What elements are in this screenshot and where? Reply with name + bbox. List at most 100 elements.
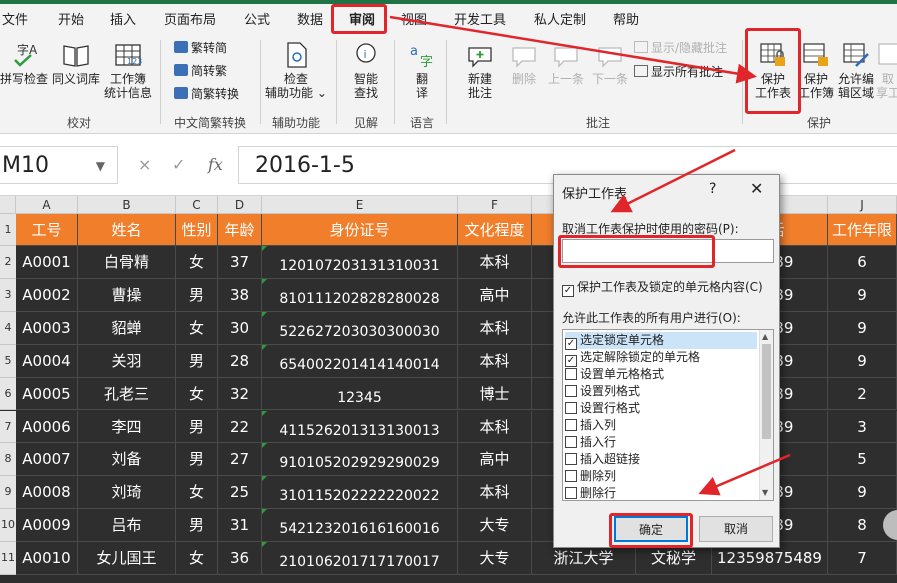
checkbox-icon[interactable] xyxy=(565,402,577,414)
name-box[interactable]: M10 ▼ xyxy=(0,146,118,184)
row-header[interactable]: 9 xyxy=(0,476,16,510)
permission-item[interactable]: 插入行 xyxy=(565,434,757,451)
tab-8[interactable]: 开发工具 xyxy=(454,10,506,32)
tab-0[interactable]: 文件 xyxy=(2,10,28,32)
row-header[interactable]: 4 xyxy=(0,311,16,345)
simp-to-trad-button[interactable]: 简转繁 xyxy=(174,63,227,79)
select-all-corner[interactable] xyxy=(0,196,16,214)
chinese-convert-button[interactable]: 简繁转换 xyxy=(174,86,239,102)
row-header[interactable]: 7 xyxy=(0,410,16,444)
permission-item[interactable]: ✓ 选定解除锁定的单元格 xyxy=(565,349,757,367)
table-cell[interactable]: A0007 xyxy=(16,443,78,477)
table-cell[interactable]: A0004 xyxy=(16,344,78,378)
scroll-down-icon[interactable]: ▼ xyxy=(762,488,768,497)
workbook-stats-button[interactable]: 123 工作簿 统计信息 xyxy=(102,40,154,100)
permission-item[interactable]: 设置行格式 xyxy=(565,400,757,417)
checkbox-icon[interactable] xyxy=(565,436,577,448)
table-cell[interactable]: 大专 xyxy=(458,542,532,575)
table-cell[interactable]: 本科 xyxy=(458,476,532,510)
table-header-cell[interactable]: 年龄 xyxy=(218,214,262,246)
column-header-B[interactable]: B xyxy=(78,196,176,214)
table-cell[interactable]: 210106201717170017 xyxy=(262,542,458,575)
table-cell[interactable]: 22 xyxy=(218,410,262,444)
row-header[interactable]: 5 xyxy=(0,344,16,378)
spellcheck-button[interactable]: 字A 拼写检查 xyxy=(0,40,48,86)
permission-item[interactable]: 删除行 xyxy=(565,485,757,500)
new-comment-button[interactable]: 新建 批注 xyxy=(456,40,504,100)
table-header-cell[interactable]: 姓名 xyxy=(78,214,176,246)
permission-item[interactable]: ✓ 选定锁定单元格 xyxy=(565,332,757,350)
cancel-entry-icon[interactable]: × xyxy=(138,146,151,184)
table-cell[interactable]: 孔老三 xyxy=(78,377,176,411)
table-cell[interactable]: 高中 xyxy=(458,278,532,312)
table-cell[interactable]: 3 xyxy=(828,410,897,444)
checkbox-icon[interactable] xyxy=(565,368,577,380)
tab-7[interactable]: 视图 xyxy=(401,10,427,32)
table-cell[interactable]: 男 xyxy=(176,509,218,543)
row-header[interactable]: 3 xyxy=(0,278,16,312)
permissions-list[interactable]: ✓ 选定锁定单元格 ✓ 选定解除锁定的单元格 设置单元格格式 设置列格式 设置行格式 插入列插… xyxy=(562,329,774,501)
protect-workbook-button[interactable]: 保护 工作簿 xyxy=(797,40,835,100)
table-header-cell[interactable]: 工号 xyxy=(16,214,78,246)
table-cell[interactable]: 30 xyxy=(218,311,262,345)
table-cell[interactable]: 32 xyxy=(218,377,262,411)
tab-2[interactable]: 插入 xyxy=(110,10,136,32)
table-cell[interactable]: 刘备 xyxy=(78,443,176,477)
tab-10[interactable]: 帮助 xyxy=(613,10,639,32)
table-cell[interactable]: 9 xyxy=(828,344,897,378)
show-all-comments-button[interactable]: 显示所有批注 xyxy=(634,64,723,80)
table-cell[interactable]: 本科 xyxy=(458,410,532,444)
close-icon[interactable]: ✕ xyxy=(750,179,763,198)
table-cell[interactable]: 522627203030300030 xyxy=(262,311,458,345)
tab-9[interactable]: 私人定制 xyxy=(534,10,586,32)
confirm-entry-icon[interactable]: ✓ xyxy=(172,146,185,184)
table-cell[interactable]: 37 xyxy=(218,246,262,279)
table-cell[interactable]: 貂蝉 xyxy=(78,311,176,345)
table-cell[interactable]: 博士 xyxy=(458,377,532,411)
trad-to-simp-button[interactable]: 繁转简 xyxy=(174,40,227,56)
allow-edit-ranges-button[interactable]: 允许编 辑区域 xyxy=(836,40,876,100)
table-cell[interactable]: 男 xyxy=(176,410,218,444)
table-cell[interactable]: 本科 xyxy=(458,311,532,345)
tab-5[interactable]: 数据 xyxy=(297,10,323,32)
table-cell[interactable]: 吕布 xyxy=(78,509,176,543)
table-cell[interactable]: A0002 xyxy=(16,278,78,312)
permission-item[interactable]: 删除列 xyxy=(565,468,757,485)
table-cell[interactable]: A0008 xyxy=(16,476,78,510)
table-cell[interactable]: 910105202929290029 xyxy=(262,443,458,477)
permission-item[interactable]: 插入列 xyxy=(565,417,757,434)
table-cell[interactable]: 9 xyxy=(828,476,897,510)
help-icon[interactable]: ? xyxy=(709,181,716,197)
cancel-button[interactable]: 取消 xyxy=(699,516,773,542)
scroll-up-icon[interactable]: ▲ xyxy=(762,332,768,341)
tab-3[interactable]: 页面布局 xyxy=(164,10,216,32)
chevron-down-icon[interactable]: ▼ xyxy=(96,147,105,185)
column-header-D[interactable]: D xyxy=(218,196,262,214)
translate-button[interactable]: a字 翻 译 xyxy=(402,40,442,100)
table-cell[interactable]: A0003 xyxy=(16,311,78,345)
permission-item[interactable]: 设置列格式 xyxy=(565,383,757,400)
previous-comment-button[interactable]: 上一条 xyxy=(544,40,588,86)
list-scrollbar[interactable]: ▲ ▼ xyxy=(759,330,773,500)
row-header[interactable]: 6 xyxy=(0,377,16,411)
table-cell[interactable]: 本科 xyxy=(458,344,532,378)
table-cell[interactable]: 关羽 xyxy=(78,344,176,378)
unshare-button[interactable]: 取 享工 xyxy=(876,40,897,100)
table-cell[interactable]: 31 xyxy=(218,509,262,543)
table-cell[interactable]: 810111202828280028 xyxy=(262,278,458,312)
permission-item[interactable]: 设置单元格格式 xyxy=(565,366,757,383)
checkbox-icon[interactable] xyxy=(565,385,577,397)
column-header-J[interactable]: J xyxy=(828,196,897,214)
column-header-F[interactable]: F xyxy=(458,196,532,214)
table-cell[interactable]: A0006 xyxy=(16,410,78,444)
table-cell[interactable]: 12345 xyxy=(262,377,458,411)
table-cell[interactable]: 女 xyxy=(176,476,218,510)
table-cell[interactable]: 120107203131310031 xyxy=(262,246,458,279)
table-cell[interactable]: 9 xyxy=(828,278,897,312)
table-cell[interactable]: 女 xyxy=(176,311,218,345)
table-cell[interactable]: 女儿国王 xyxy=(78,542,176,575)
table-cell[interactable]: 刘琦 xyxy=(78,476,176,510)
table-cell[interactable]: 38 xyxy=(218,278,262,312)
column-header-E[interactable]: E xyxy=(262,196,458,214)
table-header-cell[interactable]: 身份证号 xyxy=(262,214,458,246)
